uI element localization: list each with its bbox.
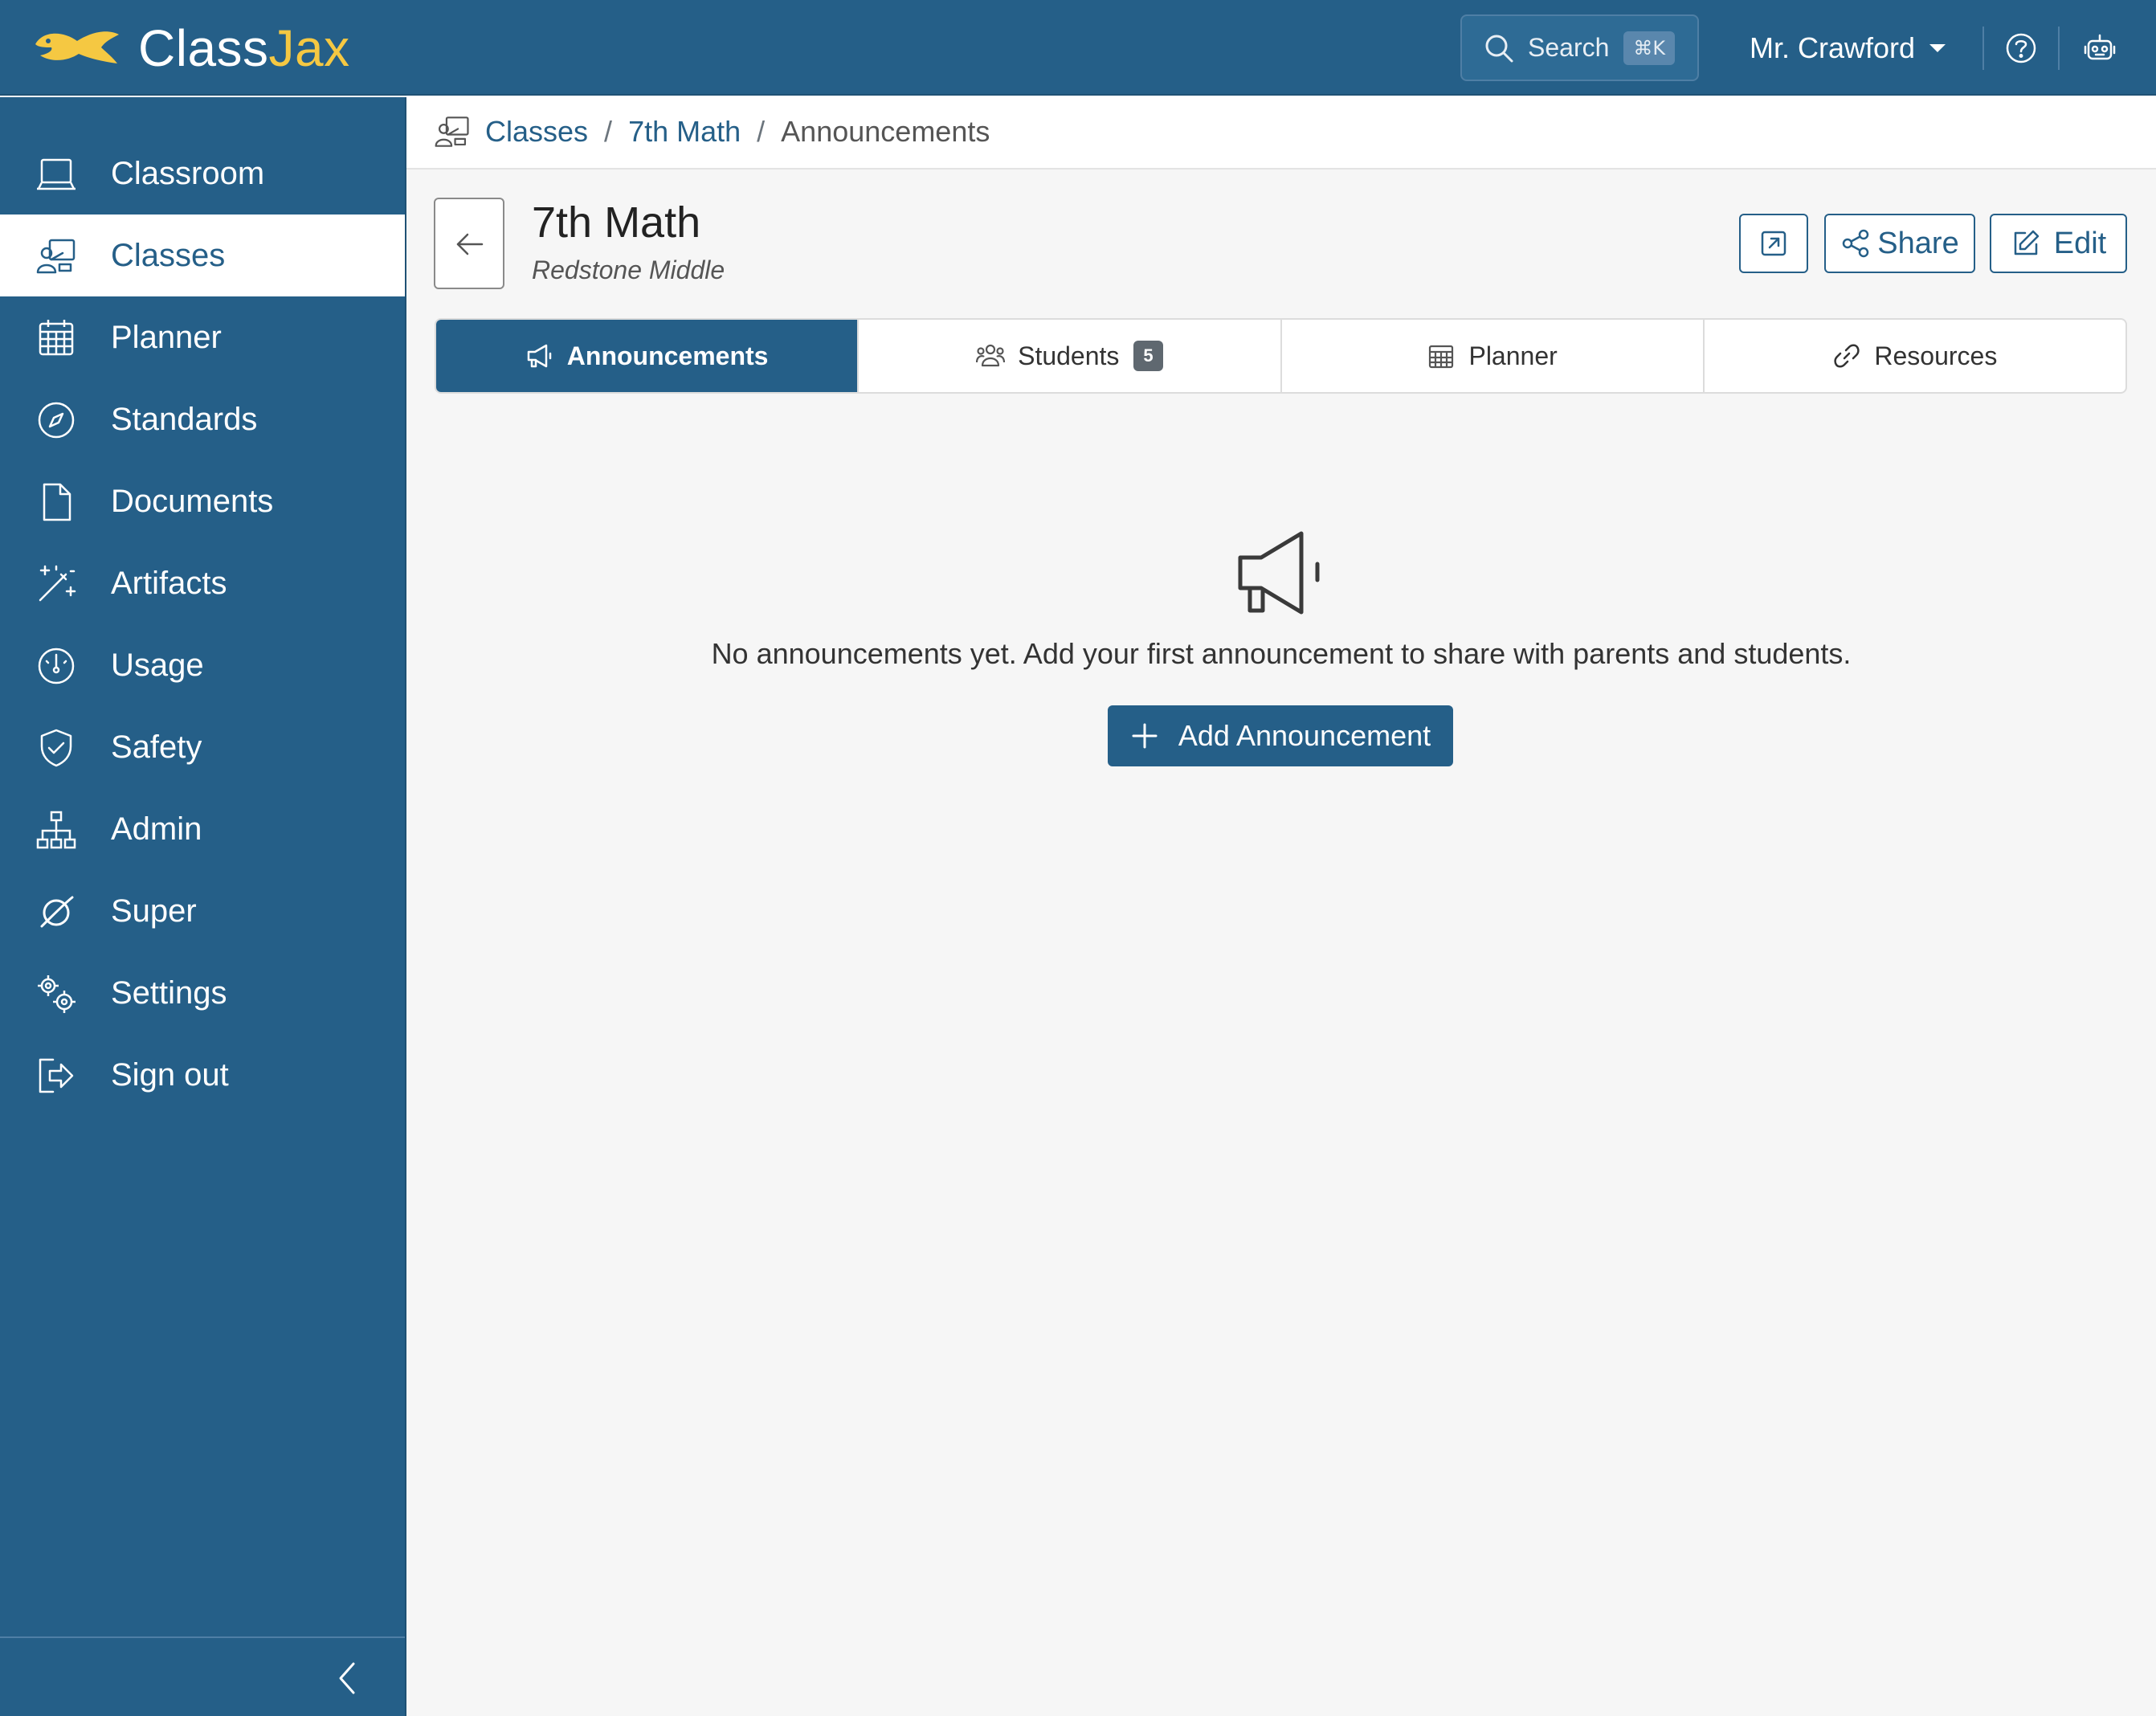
breadcrumb: Classes / 7th Math / Announcements [406,96,2156,170]
sidebar-item-label: Classroom [111,155,265,191]
arrow-left-icon [456,233,484,255]
teacher-board-icon [435,116,469,147]
tab-label: Announcements [566,341,769,370]
sidebar-item-label: Super [111,893,197,929]
top-navbar: ClassJax Search ⌘K Mr. Crawford [0,0,2156,96]
tab-announcements[interactable]: Announcements [436,320,860,392]
sidebar-item-artifacts[interactable]: Artifacts [0,542,405,624]
breadcrumb-current: Announcements [781,115,990,148]
people-icon [976,344,1006,367]
edit-button[interactable]: Edit [1990,214,2127,273]
sidebar-item-usage[interactable]: Usage [0,624,405,706]
sign-out-icon [39,1058,74,1093]
sidebar-item-label: Standards [111,401,258,437]
sidebar-item-label: Sign out [111,1056,229,1093]
link-icon [1834,344,1860,368]
breadcrumb-separator: / [757,115,766,148]
tab-label: Students [1018,341,1120,370]
search-shortcut: ⌘K [1623,31,1676,65]
sidebar-item-planner[interactable]: Planner [0,296,405,378]
gears-icon [38,975,76,1013]
tab-planner[interactable]: Planner [1282,320,1705,392]
sidebar-item-standards[interactable]: Standards [0,378,405,460]
help-circle-icon[interactable] [2003,31,2039,66]
sidebar-item-super[interactable]: Super [0,870,405,952]
tab-label: Planner [1468,341,1558,370]
sidebar-item-documents[interactable]: Documents [0,460,405,542]
share-button[interactable]: Share [1824,214,1975,273]
document-icon [43,483,71,521]
org-chart-icon [36,811,76,849]
fish-icon [35,31,119,63]
megaphone-icon [1238,531,1320,615]
chevron-left-icon[interactable] [333,1661,361,1696]
student-count-badge: 5 [1133,341,1163,371]
open-external-icon [1761,231,1786,256]
sidebar-item-label: Classes [111,237,226,273]
sidebar-item-label: Admin [111,811,202,847]
school-name: Redstone Middle [532,255,725,284]
breadcrumb-link-class[interactable]: 7th Math [628,115,741,149]
tab-students[interactable]: Students 5 [859,320,1282,392]
plus-icon [1132,723,1158,749]
sidebar-item-label: Planner [111,319,222,355]
user-menu-dropdown[interactable]: Mr. Crawford [1750,24,1946,72]
robot-icon[interactable] [2082,31,2117,66]
sidebar-item-settings[interactable]: Settings [0,952,405,1034]
search-button[interactable]: Search ⌘K [1460,14,1699,81]
divider [2058,27,2060,70]
calendar-icon [1429,345,1454,369]
teacher-board-icon [36,239,76,274]
back-button[interactable] [434,198,504,289]
megaphone-icon [527,344,552,368]
laptop-icon [37,158,76,190]
sidebar-item-safety[interactable]: Safety [0,706,405,788]
edit-icon [2014,230,2039,255]
caret-down-icon [1929,44,1946,52]
add-announcement-label: Add Announcement [1178,719,1431,752]
add-announcement-button[interactable]: Add Announcement [1108,705,1453,766]
share-label: Share [1877,226,1959,260]
shield-check-icon [40,729,72,767]
brand-logo[interactable]: ClassJax [32,19,350,77]
sidebar-item-label: Artifacts [111,565,227,601]
sidebar: Classroom Classes Planner Standards Docu… [0,97,406,1716]
sidebar-item-classes[interactable]: Classes [0,214,405,296]
user-name: Mr. Crawford [1750,31,1916,64]
magic-wand-icon [39,565,76,602]
tab-label: Resources [1874,341,1998,370]
calendar-grid-icon [39,320,74,356]
open-external-button[interactable] [1739,214,1808,273]
share-icon [1843,229,1869,258]
empty-state-message: No announcements yet. Add your first ann… [711,637,1852,670]
sidebar-footer [0,1636,405,1716]
sidebar-item-label: Documents [111,483,274,519]
edit-label: Edit [2053,226,2107,260]
gauge-icon [38,648,75,684]
sidebar-item-admin[interactable]: Admin [0,788,405,870]
tab-resources[interactable]: Resources [1705,320,2125,392]
compass-icon [38,402,75,439]
breadcrumb-link-classes[interactable]: Classes [485,115,588,149]
sidebar-item-label: Settings [111,974,227,1011]
search-label: Search [1528,33,1610,62]
sidebar-item-label: Usage [111,647,204,683]
page-title: 7th Math [532,198,701,247]
brand-name: ClassJax [138,19,350,77]
sidebar-item-sign-out[interactable]: Sign out [0,1034,405,1116]
class-tabs: Announcements Students 5 Planner Resourc… [435,318,2127,394]
search-icon [1485,35,1513,62]
breadcrumb-separator: / [604,115,613,148]
divider [1982,27,1984,70]
sidebar-item-label: Safety [111,729,202,765]
sidebar-item-classroom[interactable]: Classroom [0,133,405,214]
orbit-icon [40,896,74,928]
